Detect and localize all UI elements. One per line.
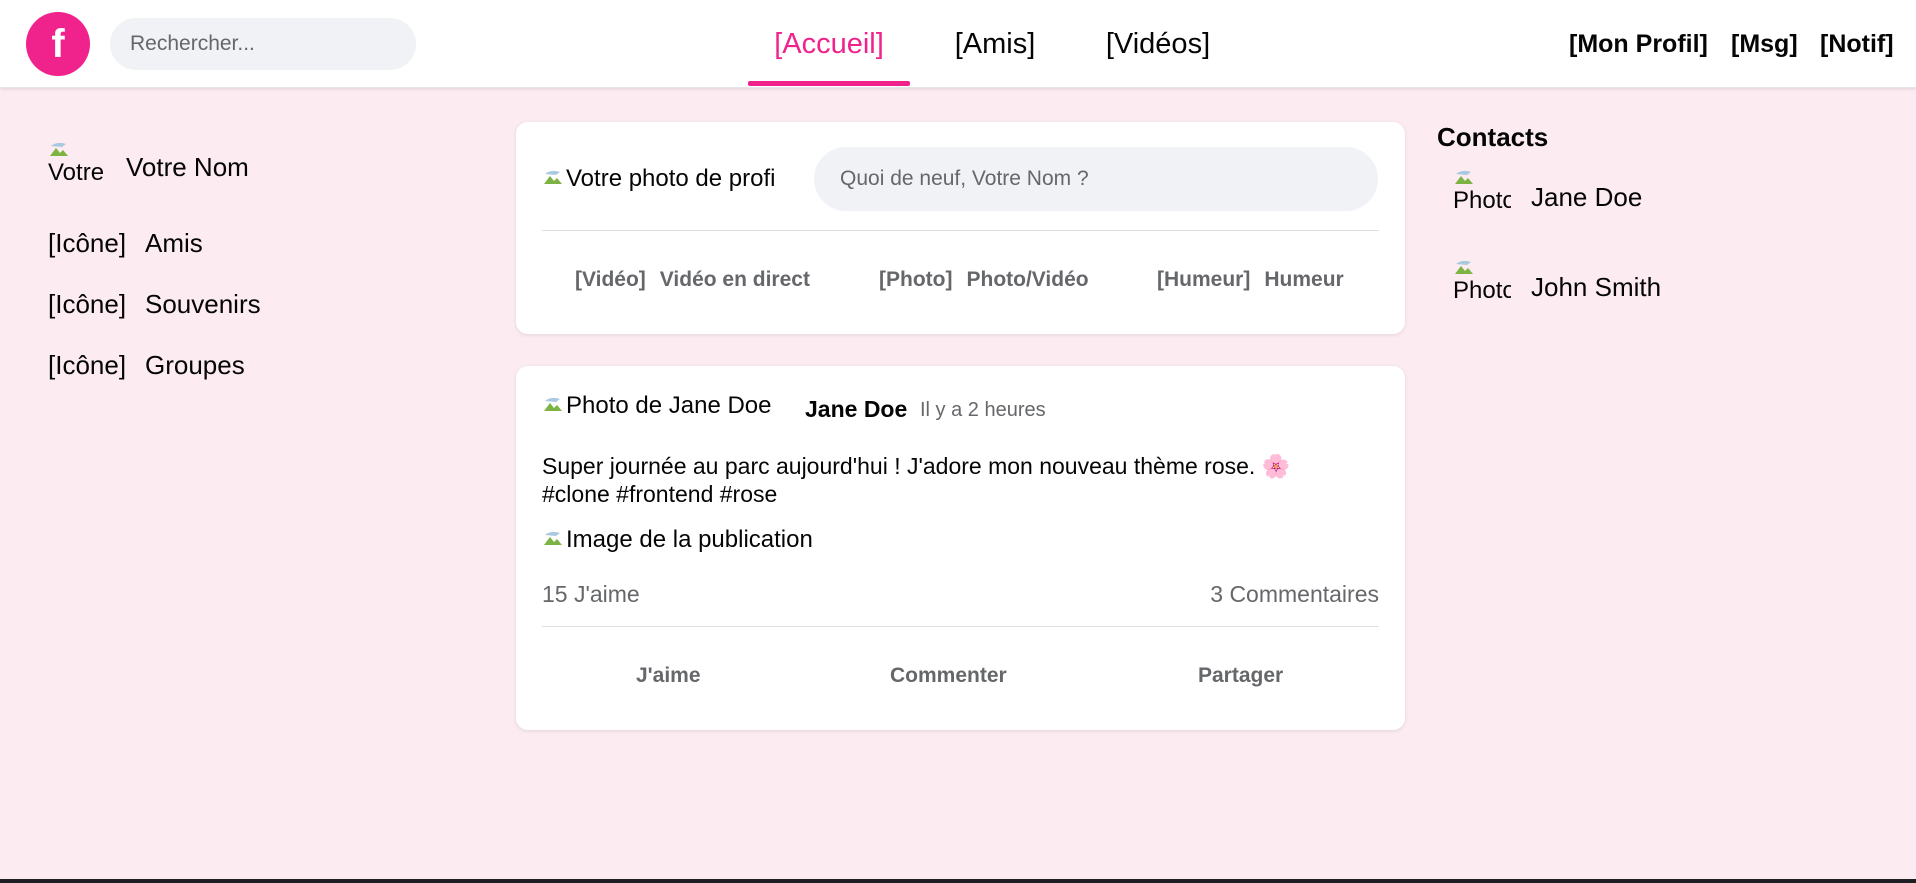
sidebar-item-icon-placeholder: [Icône] [48,350,127,380]
post-image: Image de la publication [542,528,862,558]
mood-icon: [Humeur] [1157,268,1251,291]
broken-image-icon [1455,260,1473,274]
broken-image-icon [544,397,562,411]
contacts-title: Contacts [1437,122,1549,152]
contact-avatar: Photo [1453,168,1511,216]
post-text: Super journée au parc aujourd'hui ! J'ad… [542,453,1291,507]
composer-input[interactable] [814,147,1378,211]
comment-count[interactable]: 3 Commentaires [1210,581,1379,608]
top-navbar: f [Accueil] [Amis] [Vidéos] [Mon Profil]… [0,0,1916,88]
sidebar-item-label: Groupes [145,350,245,380]
tab-videos[interactable]: [Vidéos] [1098,0,1218,88]
contact-avatar: Photo [1453,258,1511,306]
active-tab-indicator [748,81,910,86]
like-count[interactable]: 15 J'aime [542,581,640,608]
live-video-icon: [Vidéo] [575,268,646,291]
like-button[interactable]: J'aime [636,664,701,688]
broken-image-icon [544,531,562,545]
composer-divider [542,230,1379,231]
sidebar-item-icon-placeholder: [Icône] [48,289,127,319]
post-timestamp: Il y a 2 heures [920,399,1046,421]
photo-icon: [Photo] [879,268,953,291]
post-divider [542,626,1379,627]
composer-avatar: Votre photo de profil [542,167,774,197]
profile-name: Votre Nom [126,152,249,182]
post-author-name[interactable]: Jane Doe [805,396,907,423]
contact-name: Jane Doe [1531,182,1643,212]
post-author-avatar: Photo de Jane Doe [542,394,790,424]
search-input[interactable] [110,18,416,70]
share-button[interactable]: Partager [1198,664,1283,688]
bottom-edge-bar [0,879,1916,883]
tab-accueil[interactable]: [Accueil] [748,0,910,88]
messages-link[interactable]: [Msg] [1731,0,1798,88]
broken-image-icon [50,142,68,156]
contact-name: John Smith [1531,272,1662,302]
notifications-link[interactable]: [Notif] [1820,0,1894,88]
logo-icon[interactable]: f [26,12,90,76]
sidebar-item-label: Souvenirs [145,289,261,319]
mood-button[interactable]: [Humeur] Humeur [1157,268,1344,292]
sidebar-item-icon-placeholder: [Icône] [48,228,127,258]
broken-image-icon [1455,170,1473,184]
profile-link[interactable]: [Mon Profil] [1569,0,1708,88]
live-video-button[interactable]: [Vidéo] Vidéo en direct [575,268,810,292]
post-composer: Votre photo de profil [Vidéo]Vidéo en di… [516,122,1405,334]
broken-image-icon [544,170,562,184]
sidebar-item-label: Amis [145,228,203,258]
photo-video-button[interactable]: [Photo] Photo/Vidéo [879,268,1089,292]
profile-avatar: Votre [48,140,106,188]
comment-button[interactable]: Commenter [890,664,1007,688]
tab-amis[interactable]: [Amis] [938,0,1052,88]
post-card: Photo de Jane Doe Jane Doe Il y a 2 heur… [516,366,1405,730]
